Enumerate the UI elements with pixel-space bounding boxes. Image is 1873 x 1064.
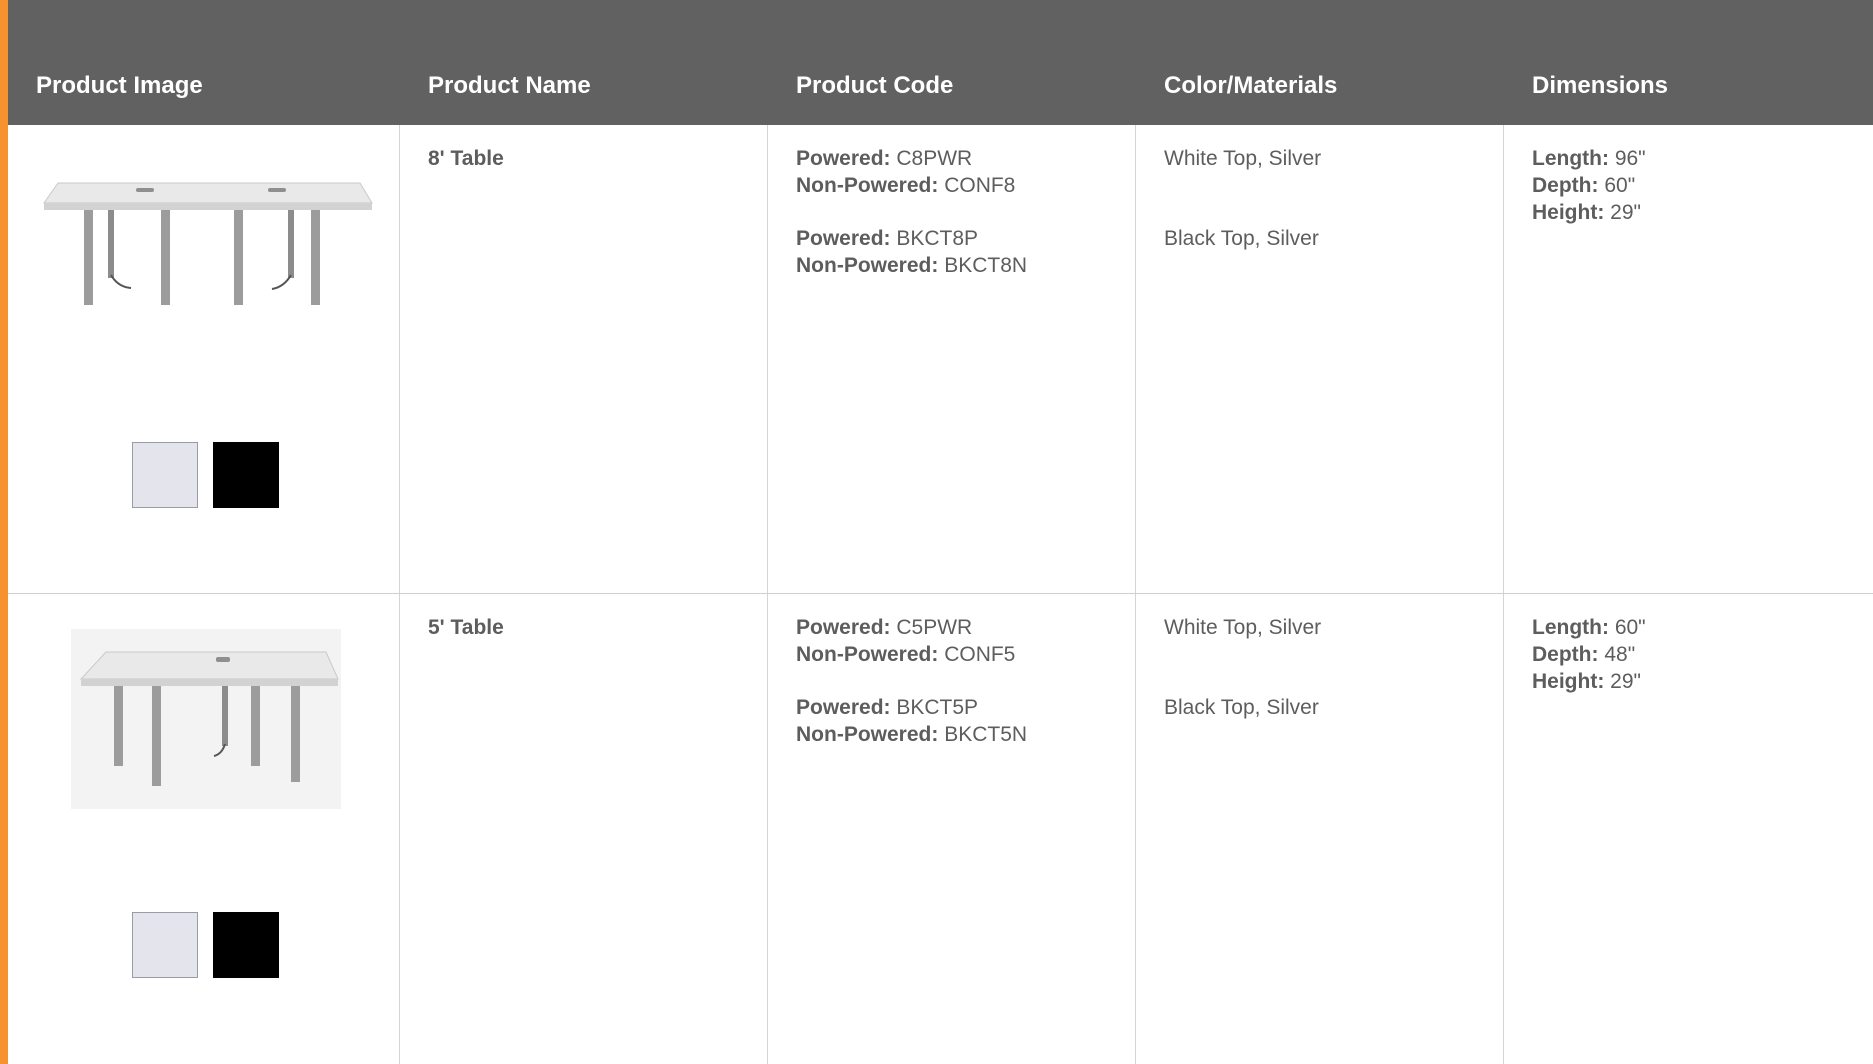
color-materials-cell: White Top, Silver Black Top, Silver bbox=[1164, 145, 1321, 252]
product-table: Product Image Product Name Product Code … bbox=[8, 0, 1873, 1064]
code-label: Powered: bbox=[796, 147, 891, 170]
dim-label: Length: bbox=[1532, 616, 1609, 639]
code-label: Non-Powered: bbox=[796, 723, 939, 746]
dim-label: Height: bbox=[1532, 201, 1605, 224]
code-label: Non-Powered: bbox=[796, 643, 939, 666]
dim-value: 96" bbox=[1614, 147, 1646, 170]
dim-label: Length: bbox=[1532, 147, 1609, 170]
product-name: 8' Table bbox=[428, 147, 504, 170]
header-product-image: Product Image bbox=[36, 72, 203, 99]
white-swatch bbox=[132, 912, 198, 978]
dim-label: Depth: bbox=[1532, 643, 1599, 666]
table-header: Product Image Product Name Product Code … bbox=[8, 0, 1873, 125]
code-label: Powered: bbox=[796, 227, 891, 250]
dimensions-cell: Length: 60" Depth: 48" Height: 29" bbox=[1532, 614, 1646, 695]
dim-value: 29" bbox=[1610, 670, 1641, 693]
product-name: 5' Table bbox=[428, 616, 504, 639]
black-swatch bbox=[213, 442, 279, 508]
color-option: White Top, Silver bbox=[1164, 147, 1322, 170]
dim-value: 48" bbox=[1604, 643, 1636, 666]
product-code-cell: Powered: C8PWR Non-Powered: CONF8 Powere… bbox=[796, 145, 1027, 279]
color-option: Black Top, Silver bbox=[1164, 696, 1319, 719]
code-value: C5PWR bbox=[896, 616, 973, 639]
dim-label: Depth: bbox=[1532, 174, 1599, 197]
code-label: Powered: bbox=[796, 616, 891, 639]
color-option: Black Top, Silver bbox=[1164, 227, 1319, 250]
color-option: White Top, Silver bbox=[1164, 616, 1322, 639]
dim-value: 29" bbox=[1610, 201, 1641, 224]
header-product-name: Product Name bbox=[428, 72, 591, 99]
header-product-code: Product Code bbox=[796, 72, 954, 99]
product-code-cell: Powered: C5PWR Non-Powered: CONF5 Powere… bbox=[796, 614, 1027, 748]
accent-bar bbox=[0, 0, 8, 1064]
dim-value: 60" bbox=[1604, 174, 1636, 197]
dimensions-cell: Length: 96" Depth: 60" Height: 29" bbox=[1532, 145, 1646, 226]
code-label: Powered: bbox=[796, 696, 891, 719]
code-value: BKCT5P bbox=[896, 696, 979, 719]
code-value: BKCT8P bbox=[896, 227, 979, 250]
code-value: BKCT8N bbox=[944, 254, 1028, 277]
header-color-materials: Color/Materials bbox=[1164, 72, 1338, 99]
code-label: Non-Powered: bbox=[796, 254, 939, 277]
table-row: 5' Table Powered: C5PWR Non-Powered: CON… bbox=[8, 594, 1873, 1064]
code-value: CONF5 bbox=[944, 643, 1016, 666]
table-row: 8' Table Powered: C8PWR Non-Powered: CON… bbox=[8, 125, 1873, 594]
dim-label: Height: bbox=[1532, 670, 1605, 693]
code-value: C8PWR bbox=[896, 147, 973, 170]
product-image-5ft-table bbox=[71, 629, 341, 809]
product-image-8ft-table bbox=[43, 182, 373, 305]
header-dimensions: Dimensions bbox=[1532, 72, 1669, 99]
code-value: BKCT5N bbox=[944, 723, 1028, 746]
white-swatch bbox=[132, 442, 198, 508]
code-label: Non-Powered: bbox=[796, 174, 939, 197]
dim-value: 60" bbox=[1614, 616, 1646, 639]
black-swatch bbox=[213, 912, 279, 978]
color-materials-cell: White Top, Silver Black Top, Silver bbox=[1164, 614, 1321, 721]
code-value: CONF8 bbox=[944, 174, 1016, 197]
